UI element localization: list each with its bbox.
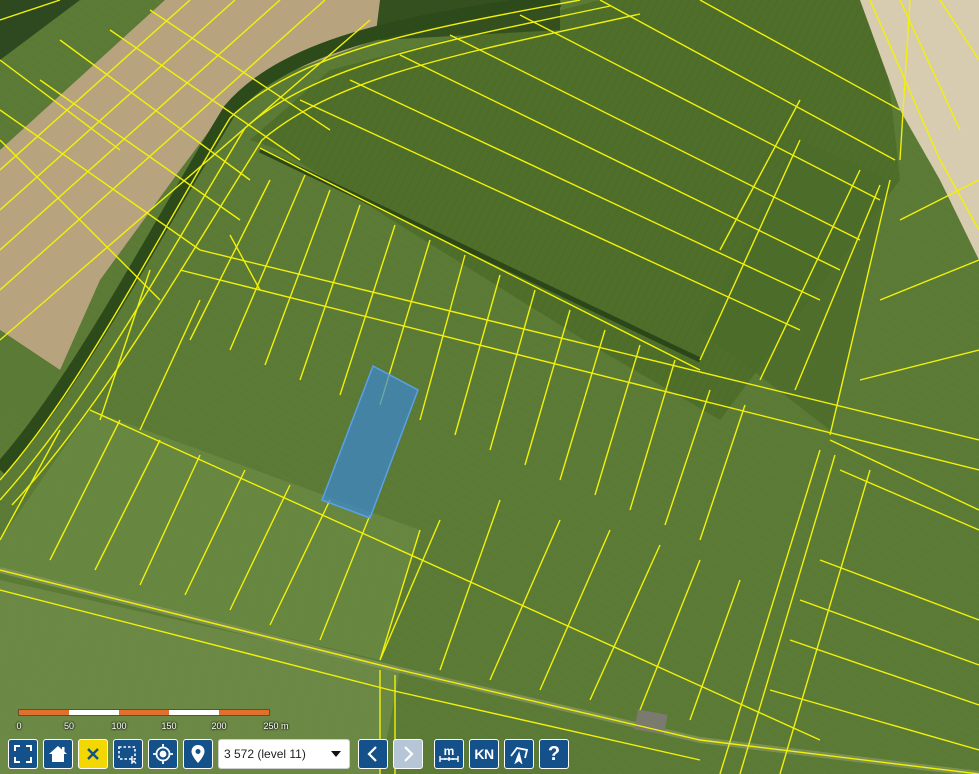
home-button[interactable]: [43, 739, 73, 769]
close-icon: [87, 748, 99, 760]
scale-segment-5: [219, 710, 269, 715]
home-icon: [49, 746, 67, 762]
map-canvas[interactable]: [0, 0, 979, 774]
kn-label: KN: [474, 746, 494, 762]
measure-icon: m: [439, 744, 459, 762]
scale-level-select[interactable]: 3 572 (level 11): [218, 739, 350, 769]
draw-polygon-button[interactable]: [504, 739, 534, 769]
scale-bar: 0 50 100 150 200 250 m: [16, 709, 289, 733]
scale-segment-3: [119, 710, 169, 715]
scale-bar-segments: [18, 709, 270, 716]
map-toolbar: 3 572 (level 11) m KN ?: [8, 738, 574, 770]
polygon-draw-icon: [510, 747, 529, 764]
chevron-right-icon: [404, 746, 414, 762]
chevron-left-icon: [367, 746, 377, 762]
fullscreen-icon: [14, 745, 32, 763]
kn-button[interactable]: KN: [469, 739, 499, 769]
scale-label-150: 150: [161, 721, 177, 731]
help-button[interactable]: ?: [539, 739, 569, 769]
map-pin-icon: [191, 745, 205, 763]
locate-button[interactable]: [148, 739, 178, 769]
marker-button[interactable]: [183, 739, 213, 769]
box-select-button[interactable]: [113, 739, 143, 769]
scale-label-200: 200: [211, 721, 227, 731]
help-label: ?: [547, 742, 561, 765]
crosshair-icon: [153, 744, 173, 764]
back-button[interactable]: [358, 739, 388, 769]
scale-segment-2: [69, 710, 119, 715]
scale-label-250: 250 m: [263, 721, 289, 731]
clear-selection-button[interactable]: [78, 739, 108, 769]
scale-segment-4: [169, 710, 219, 715]
chevron-down-icon: [331, 751, 341, 757]
scale-level-value: 3 572 (level 11): [224, 747, 306, 761]
fullscreen-button[interactable]: [8, 739, 38, 769]
scale-segment-1: [19, 710, 69, 715]
svg-text:m: m: [444, 744, 455, 758]
scale-label-50: 50: [63, 721, 75, 731]
scale-label-0: 0: [16, 721, 22, 731]
forward-button[interactable]: [393, 739, 423, 769]
box-select-icon: [118, 746, 137, 764]
measure-button[interactable]: m: [434, 739, 464, 769]
scale-label-100: 100: [111, 721, 127, 731]
